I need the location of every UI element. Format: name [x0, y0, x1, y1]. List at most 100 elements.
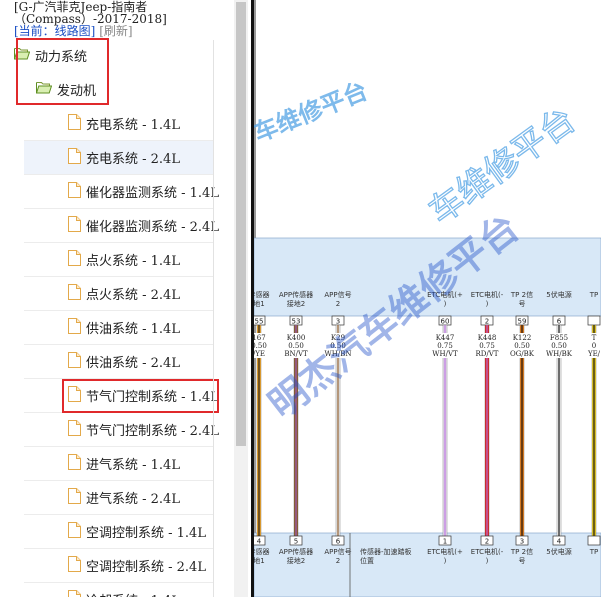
tree-leaf-item[interactable]: 供油系统 - 2.4L: [24, 345, 213, 379]
wire-color-code: RD/VT: [476, 350, 499, 358]
tree-leaf-item[interactable]: 节气门控制系统 - 2.4L: [24, 413, 219, 447]
connector-pin-number: 4: [257, 538, 262, 546]
refresh-link[interactable]: [刷新]: [99, 24, 132, 38]
tree-leaf-item[interactable]: 催化器监测系统 - 2.4L: [24, 209, 219, 243]
wire-gauge: 0.50: [551, 342, 567, 350]
tree-leaf-label: 充电系统 - 2.4L: [86, 152, 180, 167]
tree-leaf-item[interactable]: 进气系统 - 2.4L: [24, 481, 213, 515]
document-icon: [68, 317, 81, 338]
wire-code: 167: [254, 334, 266, 342]
tree-leaf-item[interactable]: 冷却系统 - 1.4L: [24, 583, 213, 597]
tree-leaf-item[interactable]: 节气门控制系统 - 1.4L: [24, 379, 219, 413]
wire-color-code: OG/BK: [510, 350, 535, 358]
folder-open-icon: [35, 81, 53, 98]
tree-leaf-item[interactable]: 催化器监测系统 - 1.4L: [24, 175, 219, 209]
connector-pin-number: 6: [557, 318, 562, 326]
document-icon: [68, 283, 81, 304]
pin-function-label: ): [444, 557, 447, 565]
wire-code: K448: [478, 334, 497, 342]
wire-gauge: 0.50: [254, 342, 267, 350]
document-icon: [68, 487, 81, 508]
pin-function-label: 位置: [360, 556, 374, 565]
document-icon: [68, 589, 81, 597]
wire-code: K447: [436, 334, 455, 342]
connector-pin-number: 60: [441, 318, 450, 326]
tree-node-label: 发动机: [57, 83, 97, 99]
tree-scrollbar[interactable]: [234, 0, 248, 597]
current-view-link[interactable]: [当前：线路图]: [14, 24, 95, 38]
document-icon: [68, 181, 81, 202]
pin-function-label: ): [486, 557, 489, 565]
pin-function-label: ETC电机(-: [471, 547, 504, 556]
wire-color-code: /YE: [254, 350, 265, 358]
tree-guide-line: [213, 40, 214, 597]
tree-leaf-item[interactable]: 空调控制系统 - 2.4L: [24, 549, 213, 583]
header-links: [当前：线路图] [刷新]: [14, 25, 133, 38]
pin-function-label: TP 2信: [510, 290, 533, 299]
wiring-diagram-pane: 传感器地1551670.50/YEAPP传感器接地253K4000.50BN/V…: [254, 0, 601, 597]
tree-leaf-label: 进气系统 - 2.4L: [86, 492, 180, 507]
tree-leaf-item[interactable]: 充电系统 - 1.4L: [24, 107, 213, 141]
document-icon: [68, 555, 81, 576]
wire-gauge: 0.50: [288, 342, 304, 350]
wire-code: F855: [550, 334, 568, 342]
pin-function-label: 接地2: [287, 299, 305, 308]
watermark-text: 车维修平台: [254, 77, 372, 148]
tree-leaf-label: 空调控制系统 - 1.4L: [86, 526, 206, 541]
connector-pin-number: 59: [518, 318, 527, 326]
pin-function-label: ETC电机(-: [471, 290, 504, 299]
tree-leaf-label: 供油系统 - 1.4L: [86, 322, 180, 337]
tree-leaf-label: 充电系统 - 1.4L: [86, 118, 180, 133]
tree-leaf-item[interactable]: 供油系统 - 1.4L: [24, 311, 213, 345]
wire-gauge: 0.50: [514, 342, 530, 350]
document-icon: [68, 521, 81, 542]
connector-pin-box: [587, 315, 601, 326]
pin-function-label: 5伏电源: [546, 290, 571, 299]
tree-leaf-item[interactable]: 点火系统 - 1.4L: [24, 243, 213, 277]
pin-function-label: 5伏电源: [546, 547, 571, 556]
wire-gauge: 0.75: [479, 342, 495, 350]
document-icon: [68, 215, 81, 236]
wire-code: K400: [287, 334, 306, 342]
wire-code: T: [592, 334, 597, 342]
document-icon: [68, 113, 81, 134]
connector-pin-number: 5: [294, 538, 298, 546]
wire-code: K122: [513, 334, 532, 342]
pin-function-label: APP信号: [324, 547, 351, 556]
pin-function-label: 号: [519, 557, 526, 565]
wiring-diagram: 传感器地1551670.50/YEAPP传感器接地253K4000.50BN/V…: [254, 0, 601, 597]
pin-function-label: 2: [336, 300, 340, 308]
tree-leaf-label: 进气系统 - 1.4L: [86, 458, 180, 473]
pin-function-label: TP: [589, 548, 599, 556]
pin-function-label: 接地2: [287, 556, 305, 565]
pin-function-label: APP传感器: [279, 290, 313, 299]
folder-open-icon: [13, 47, 31, 64]
document-icon: [68, 351, 81, 372]
tree-leaf-item[interactable]: 充电系统 - 2.4L: [24, 141, 213, 175]
pin-function-label: ): [486, 300, 489, 308]
tree-leaf-item[interactable]: 点火系统 - 2.4L: [24, 277, 213, 311]
tree-leaf-label: 节气门控制系统 - 1.4L: [86, 390, 219, 405]
tree-leaf-item[interactable]: 进气系统 - 1.4L: [24, 447, 213, 481]
document-icon: [68, 385, 81, 406]
connector-pin-number: 2: [485, 538, 489, 546]
pin-function-label: TP 2信: [510, 547, 533, 556]
pin-function-label: 传感器: [254, 547, 270, 556]
tree-leaf-label: 催化器监测系统 - 2.4L: [86, 220, 219, 235]
tree-node-engine[interactable]: 发动机: [35, 78, 97, 100]
pin-function-label: APP信号: [324, 290, 351, 299]
pin-function-label: TP: [589, 291, 599, 299]
scrollbar-thumb[interactable]: [236, 2, 246, 446]
tree-leaf-label: 冷却系统 - 1.4L: [86, 590, 180, 597]
tree-pane: [G-广汽菲克Jeep-指南者 （Compass）-2017-2018] [当前…: [0, 0, 234, 597]
pin-function-label: 地1: [254, 299, 265, 308]
tree-leaf-label: 点火系统 - 1.4L: [86, 254, 180, 269]
pin-function-label: 传感器: [254, 290, 270, 299]
tree-node-power-system[interactable]: 动力系统: [13, 44, 87, 66]
connector-pin-number: 6: [336, 538, 341, 546]
connector-pin-number: 1: [443, 538, 447, 546]
tree-leaf-label: 节气门控制系统 - 2.4L: [86, 424, 219, 439]
pin-function-label: 地1: [254, 556, 265, 565]
document-icon: [68, 419, 81, 440]
tree-leaf-item[interactable]: 空调控制系统 - 1.4L: [24, 515, 213, 549]
